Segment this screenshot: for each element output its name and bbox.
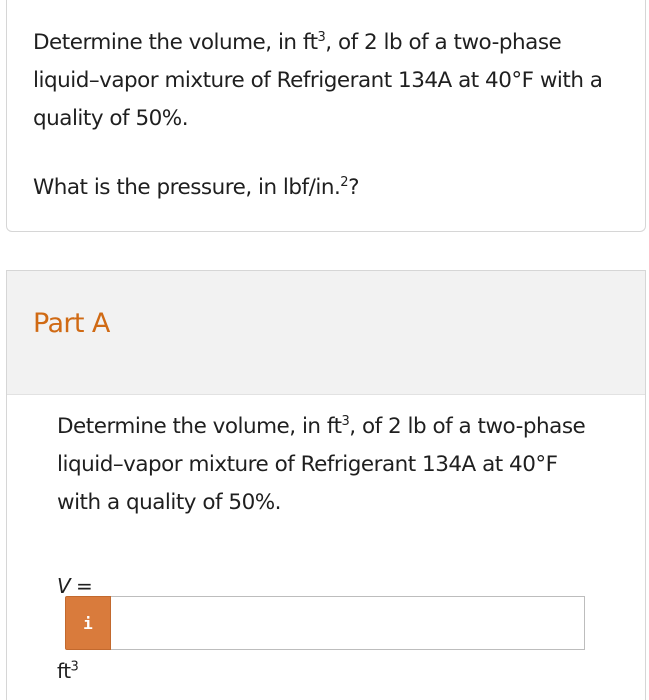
unit-superscript: 3 xyxy=(70,659,79,675)
part-a-title: Part A xyxy=(33,308,110,339)
part-a-question: Determine the volume, in ft3, of 2 lb of… xyxy=(57,408,587,522)
answer-unit: ft3 xyxy=(57,659,79,683)
answer-input[interactable] xyxy=(111,596,585,650)
answer-variable-label: V = xyxy=(57,574,645,598)
part-a-body: Determine the volume, in ft3, of 2 lb of… xyxy=(7,395,645,598)
problem-card: Determine the volume, in ft3, of 2 lb of… xyxy=(6,0,646,232)
equals-sign: = xyxy=(70,574,93,598)
page: Determine the volume, in ft3, of 2 lb of… xyxy=(0,0,649,700)
question-superscript: 2 xyxy=(340,174,349,190)
unit-base: ft xyxy=(57,659,71,683)
question-text-end: ? xyxy=(348,175,359,200)
variable-symbol: V xyxy=(57,574,71,598)
problem-statement: Determine the volume, in ft3, of 2 lb of… xyxy=(33,24,623,138)
part-a-text-start: Determine the volume, in ft xyxy=(57,414,342,439)
problem-text-start: Determine the volume, in ft xyxy=(33,30,318,55)
answer-row: i xyxy=(65,596,585,650)
problem-question: What is the pressure, in lbf/in.2? xyxy=(33,169,359,207)
part-a-header[interactable]: Part A xyxy=(7,271,645,395)
question-text-start: What is the pressure, in lbf/in. xyxy=(33,175,341,200)
info-icon[interactable]: i xyxy=(65,596,111,650)
part-a-card: Part A Determine the volume, in ft3, of … xyxy=(6,270,646,700)
